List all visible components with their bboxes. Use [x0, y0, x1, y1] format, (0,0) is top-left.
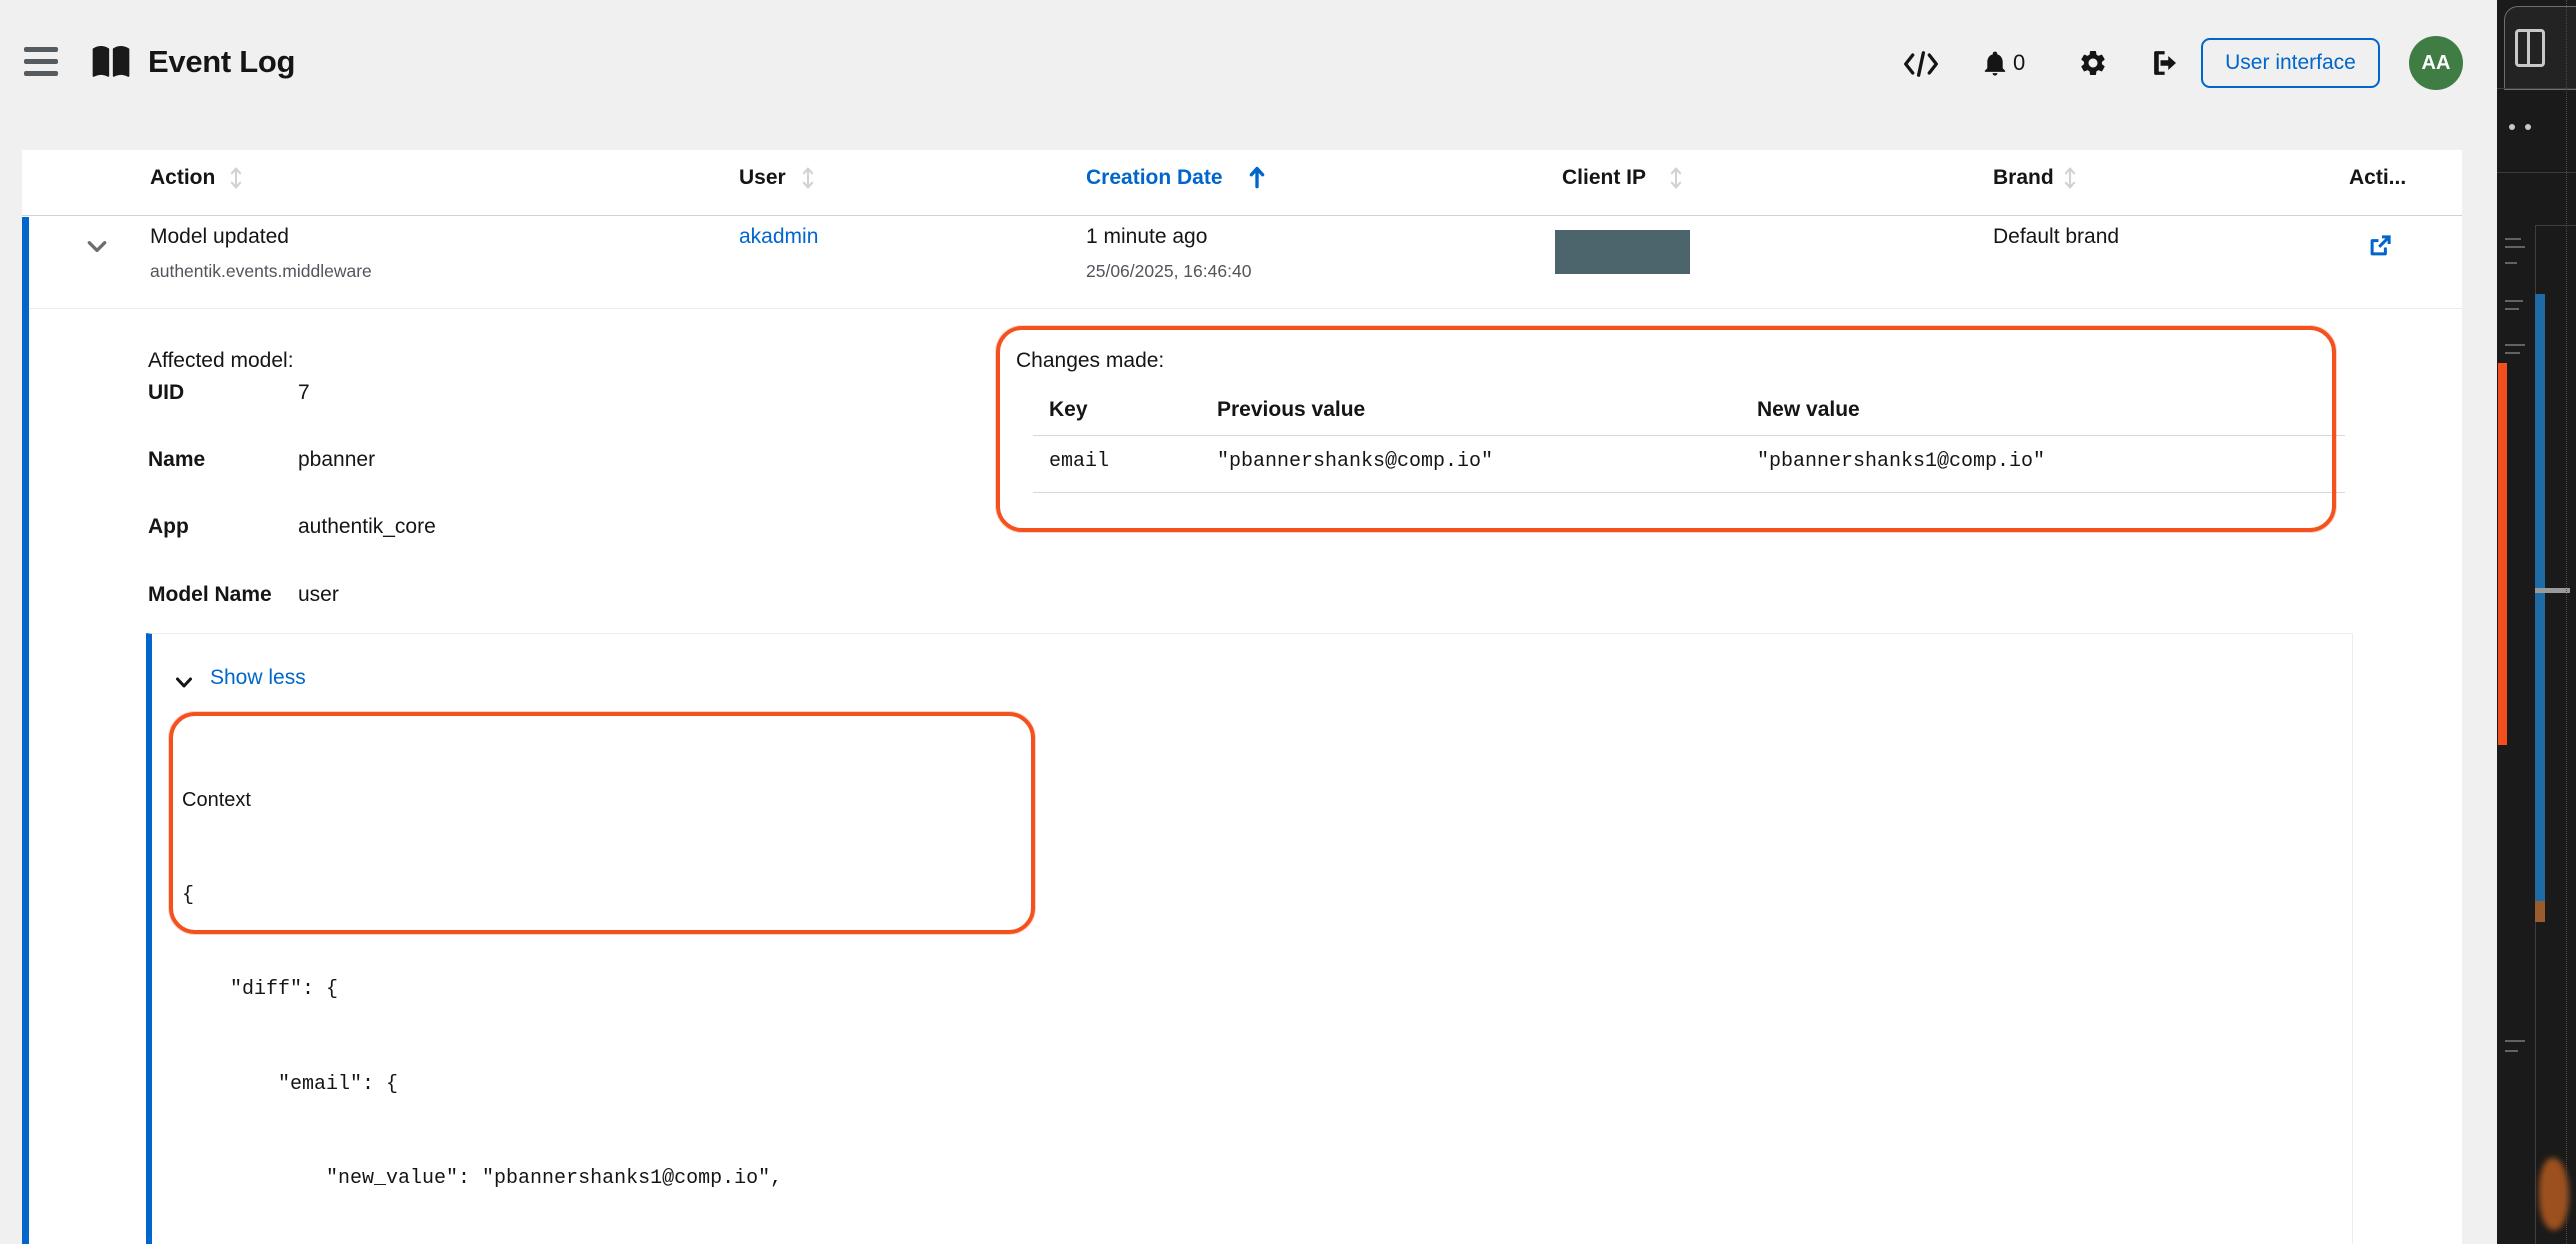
- sort-arrows-icon[interactable]: [1668, 165, 1682, 189]
- field-value-name: pbanner: [298, 448, 375, 472]
- tiny-text: [2505, 300, 2523, 302]
- column-header-actions: Acti...: [2349, 166, 2406, 190]
- tiny-text: [2505, 246, 2525, 248]
- minimap-orange-blob: [2539, 1158, 2569, 1230]
- minimap-gray-divider: [2535, 588, 2570, 593]
- panel-divider: [2497, 172, 2576, 173]
- tiny-text: [2505, 1050, 2518, 1052]
- row-expand-chevron-down-icon[interactable]: [86, 238, 108, 254]
- affected-model-label: Affected model:: [148, 349, 294, 373]
- tiny-text: [2505, 262, 2517, 264]
- sort-ascending-arrow-icon[interactable]: [1248, 164, 1262, 188]
- changes-divider: [1033, 435, 2345, 436]
- avatar[interactable]: AA: [2409, 36, 2463, 90]
- tiny-text: [2505, 352, 2520, 354]
- minimap-orange-bar: [2498, 363, 2507, 745]
- changes-row-key: email: [1049, 450, 1109, 473]
- panel-edge-border: [2566, 0, 2568, 1244]
- row-action-app: authentik.events.middleware: [150, 261, 372, 282]
- panel-divider: [2497, 88, 2576, 89]
- notifications-bell-icon[interactable]: [1981, 47, 2011, 75]
- screen: Event Log 0 User interface AA Action Use…: [0, 0, 2576, 1244]
- columns-layout-icon: [2515, 29, 2545, 67]
- tiny-text: [2505, 238, 2521, 240]
- right-side-panel: [2497, 0, 2576, 1244]
- json-line: "email": {: [182, 1069, 818, 1101]
- notification-count: 0: [2013, 50, 2025, 76]
- row-brand: Default brand: [1993, 225, 2119, 249]
- tiny-text: [2505, 344, 2525, 346]
- expanded-row-accent: [22, 217, 29, 1244]
- column-header-user[interactable]: User: [739, 166, 786, 190]
- event-log-book-icon: [88, 40, 134, 84]
- client-ip-redaction-box: [1555, 230, 1690, 274]
- sidebar-toggle-hamburger-icon[interactable]: [24, 47, 58, 77]
- column-header-creation-date[interactable]: Creation Date: [1086, 166, 1223, 190]
- changes-divider: [1033, 492, 2345, 493]
- minimap-blue-bar: [2535, 294, 2545, 901]
- table-header-divider: [22, 215, 2462, 216]
- json-line: "new_value": "pbannershanks1@comp.io",: [182, 1163, 818, 1195]
- context-json-block: Context { "diff": { "email": { "new_valu…: [182, 722, 818, 1244]
- json-line: "diff": {: [182, 974, 818, 1006]
- changes-row-previous: "pbannershanks@comp.io": [1217, 450, 1493, 473]
- row-created-timestamp: 25/06/2025, 16:46:40: [1086, 261, 1251, 282]
- row-user-link[interactable]: akadmin: [739, 225, 818, 249]
- field-label-app: App: [148, 515, 189, 539]
- user-interface-button[interactable]: User interface: [2201, 38, 2380, 88]
- show-less-chevron-down-icon[interactable]: [175, 676, 193, 689]
- field-value-uid: 7: [298, 381, 310, 405]
- field-label-name: Name: [148, 448, 205, 472]
- panel-subframe-border: [2535, 225, 2576, 226]
- changes-made-title: Changes made:: [1016, 349, 1164, 373]
- api-code-icon[interactable]: [1903, 49, 1933, 77]
- row-action: Model updated: [150, 225, 289, 249]
- tiny-text: [2505, 1040, 2525, 1042]
- column-header-brand[interactable]: Brand: [1993, 166, 2054, 190]
- field-label-uid: UID: [148, 381, 184, 405]
- sign-out-icon[interactable]: [2150, 48, 2180, 76]
- column-header-client-ip[interactable]: Client IP: [1562, 166, 1646, 190]
- column-header-action[interactable]: Action: [150, 166, 215, 190]
- sort-arrows-icon[interactable]: [228, 165, 242, 189]
- open-event-share-icon[interactable]: [2365, 231, 2395, 261]
- sort-arrows-icon[interactable]: [800, 165, 814, 189]
- row-divider: [29, 308, 2462, 309]
- overflow-dots-icon[interactable]: [2509, 124, 2531, 130]
- field-value-model-name: user: [298, 583, 339, 607]
- minimap-brown-mark: [2535, 901, 2545, 922]
- field-label-model-name: Model Name: [148, 583, 272, 607]
- json-line: {: [182, 880, 818, 912]
- context-label: Context: [182, 785, 818, 817]
- tiny-text: [2505, 308, 2519, 310]
- show-less-toggle[interactable]: Show less: [210, 666, 306, 690]
- sort-arrows-icon[interactable]: [2062, 165, 2076, 189]
- changes-row-new: "pbannershanks1@comp.io": [1757, 450, 2045, 473]
- field-value-app: authentik_core: [298, 515, 436, 539]
- changes-column-previous: Previous value: [1217, 398, 1365, 422]
- changes-column-new: New value: [1757, 398, 1860, 422]
- page-title: Event Log: [148, 44, 295, 80]
- settings-gear-icon[interactable]: [2078, 48, 2108, 76]
- changes-column-key: Key: [1049, 398, 1088, 422]
- row-created-relative: 1 minute ago: [1086, 225, 1207, 249]
